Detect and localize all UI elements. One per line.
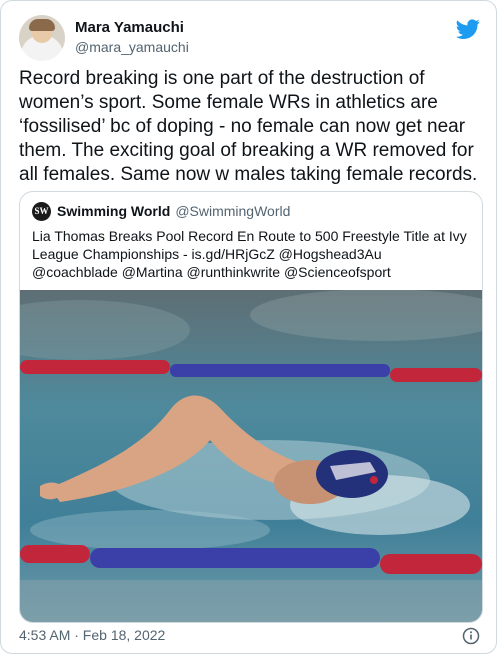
tweet-text: Record breaking is one part of the destr… [19,68,478,185]
twitter-bird-icon[interactable] [456,17,480,41]
quoted-tweet[interactable]: SW Swimming World @SwimmingWorld Lia Tho… [19,191,483,623]
swimming-world-logo[interactable]: SW [32,201,51,221]
quoted-header: SW Swimming World @SwimmingWorld [32,201,290,221]
tweet-timestamp[interactable]: 4:53 AM · Feb 18, 2022 [19,627,165,643]
tweet-card: Mara Yamauchi @mara_yamauchi Record brea… [0,0,497,654]
author-handle[interactable]: @mara_yamauchi [75,39,189,55]
avatar[interactable] [19,15,65,61]
info-icon[interactable] [462,627,480,645]
swimmer-photo[interactable] [20,290,482,622]
quoted-text: Lia Thomas Breaks Pool Record En Route t… [32,228,467,280]
quoted-author-name[interactable]: Swimming World [57,203,170,219]
author-name[interactable]: Mara Yamauchi [75,19,184,36]
quoted-author-handle[interactable]: @SwimmingWorld [175,203,290,219]
